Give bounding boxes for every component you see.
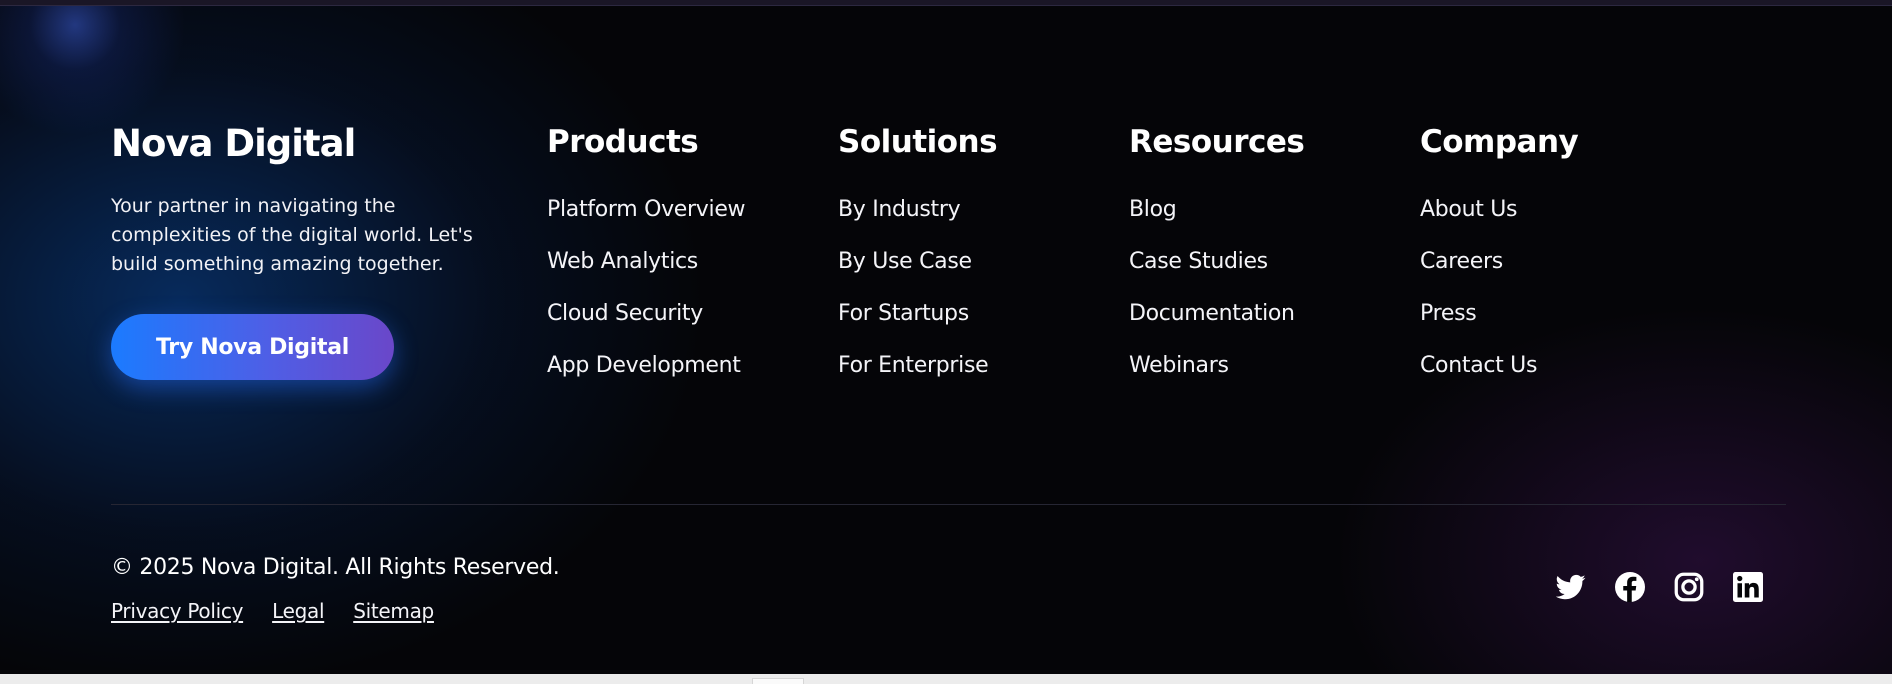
column-heading: Solutions: [838, 124, 998, 160]
privacy-policy-link[interactable]: Privacy Policy: [111, 599, 243, 623]
column-heading: Products: [547, 124, 699, 160]
footer-link-cloud-security[interactable]: Cloud Security: [547, 301, 703, 326]
column-heading: Resources: [1129, 124, 1305, 160]
brand-tagline: Your partner in navigating the complexit…: [111, 195, 473, 275]
footer-link-by-use-case[interactable]: By Use Case: [838, 249, 972, 274]
footer-link-for-startups[interactable]: For Startups: [838, 301, 969, 326]
instagram-icon[interactable]: [1674, 572, 1704, 602]
sitemap-link[interactable]: Sitemap: [353, 599, 434, 623]
footer-link-platform-overview[interactable]: Platform Overview: [547, 197, 746, 222]
footer-link-press[interactable]: Press: [1420, 301, 1477, 326]
footer-link-about-us[interactable]: About Us: [1420, 197, 1518, 222]
try-nova-digital-button[interactable]: Try Nova Digital: [111, 314, 394, 380]
top-border: [0, 0, 1892, 6]
footer-link-web-analytics[interactable]: Web Analytics: [547, 249, 698, 274]
twitter-icon[interactable]: [1556, 572, 1586, 602]
legal-link[interactable]: Legal: [272, 599, 324, 623]
footer-link-documentation[interactable]: Documentation: [1129, 301, 1295, 326]
site-footer: Nova Digital Your partner in navigating …: [0, 0, 1892, 674]
facebook-icon[interactable]: [1615, 572, 1645, 602]
horizontal-scrollbar-thumb[interactable]: [752, 678, 804, 684]
footer-link-case-studies[interactable]: Case Studies: [1129, 249, 1268, 274]
footer-column-company: Company About Us Careers Press Contact U…: [1420, 122, 1579, 378]
footer-link-by-industry[interactable]: By Industry: [838, 197, 961, 222]
footer-column-resources: Resources Blog Case Studies Documentatio…: [1129, 122, 1305, 378]
footer-link-for-enterprise[interactable]: For Enterprise: [838, 353, 989, 378]
footer-link-blog[interactable]: Blog: [1129, 197, 1177, 222]
footer-link-careers[interactable]: Careers: [1420, 249, 1503, 274]
linkedin-icon[interactable]: [1733, 572, 1763, 602]
social-links: [1556, 572, 1763, 602]
footer-link-app-development[interactable]: App Development: [547, 353, 741, 378]
footer-link-contact-us[interactable]: Contact Us: [1420, 353, 1537, 378]
footer-link-webinars[interactable]: Webinars: [1129, 353, 1229, 378]
legal-links: Privacy Policy Legal Sitemap: [111, 599, 434, 623]
copyright-text: © 2025 Nova Digital. All Rights Reserved…: [111, 555, 560, 580]
footer-column-products: Products Platform Overview Web Analytics…: [547, 122, 746, 378]
column-heading: Company: [1420, 124, 1579, 160]
footer-column-solutions: Solutions By Industry By Use Case For St…: [838, 122, 998, 378]
brand-name: Nova Digital: [111, 122, 356, 165]
footer-divider: [111, 504, 1786, 505]
